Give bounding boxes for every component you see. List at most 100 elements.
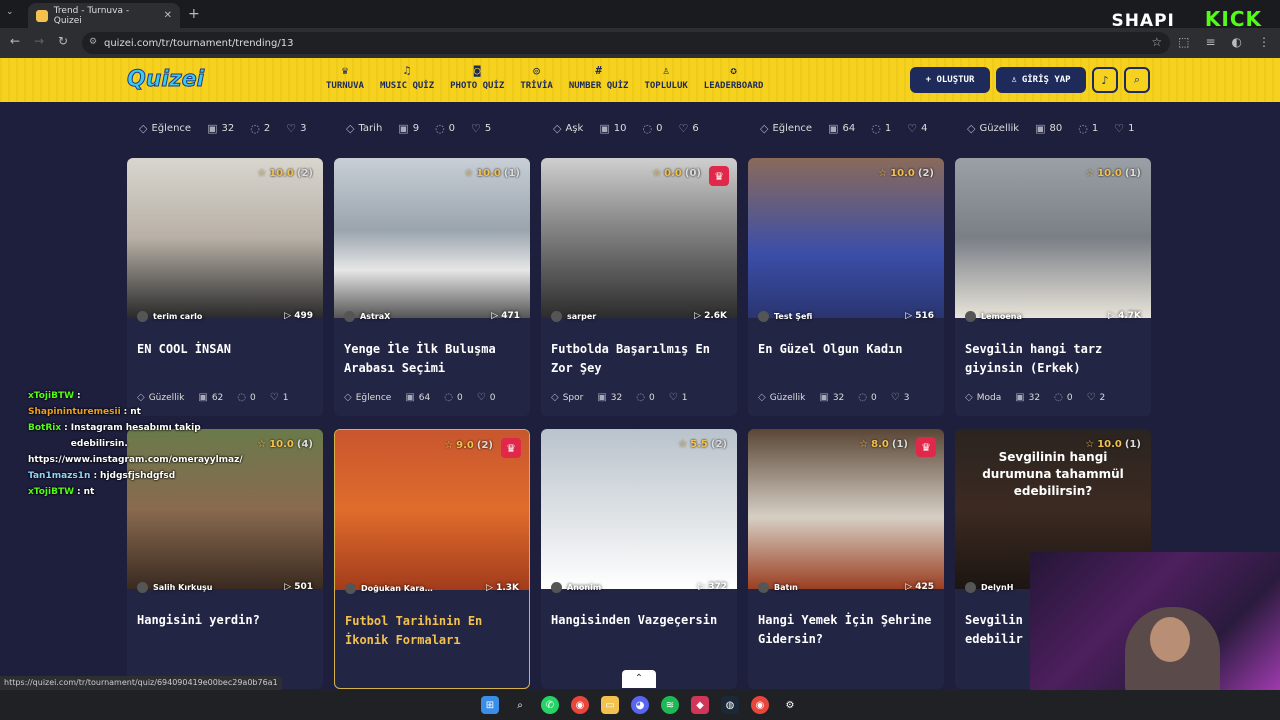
author-name: Salih Kırkuşu	[153, 583, 213, 592]
author-tag[interactable]: AstraX	[344, 311, 390, 322]
comment-icon: ◌	[444, 392, 453, 403]
rating-value: 10.0	[1097, 439, 1122, 450]
quiz-thumbnail[interactable]	[541, 158, 737, 318]
nav-trivia[interactable]: ◎ TRİVİA	[512, 64, 561, 91]
forward-icon[interactable]: →	[34, 34, 44, 48]
quiz-title[interactable]: Yenge İle İlk Buluşma Arabası Seçimi	[344, 340, 524, 378]
windows-start-icon[interactable]: ⊞	[481, 696, 499, 714]
scroll-top-button[interactable]: ⌃	[622, 670, 656, 688]
author-tag[interactable]: sarper	[551, 311, 596, 322]
quiz-card[interactable]: ☆ 9.0 (2) ♛ Doğukan Kara… ▷ 1.3K Futbol Tarihi…	[334, 429, 530, 689]
rating-value: 10.0	[269, 439, 294, 450]
rating-count: (2)	[296, 168, 313, 179]
main-nav: ♛ TURNUVA ♫ MUSIC QUİZ ◙ PHOTO QUİZ ◎ TRİVİA…	[318, 64, 771, 91]
quiz-title[interactable]: Hangi Yemek İçin Şehrine Gidersin?	[758, 611, 938, 649]
extensions-icon[interactable]: ⬚	[1178, 35, 1189, 49]
author-tag[interactable]: Salih Kırkuşu	[137, 582, 212, 593]
nav-turnuva[interactable]: ♛ TURNUVA	[318, 64, 372, 91]
author-tag[interactable]: terim carlo	[137, 311, 202, 322]
quiz-thumbnail[interactable]	[748, 429, 944, 589]
profile-icon[interactable]: ◐	[1232, 35, 1242, 49]
quiz-card[interactable]: ☆ 10.0 (1) AstraX ▷ 471 Yenge İle İlk Buluşma…	[334, 158, 530, 416]
quiz-card[interactable]: ☆ 5.5 (2) Anonim ▷ 372 Hangisinden Vazgeçersi…	[541, 429, 737, 689]
quiz-card[interactable]: ☆ 10.0 (1) Lemoena ▷ 4.7K Sevgilin hangi tarz…	[955, 158, 1151, 416]
heart-icon: ♡	[890, 392, 900, 403]
discord-icon[interactable]: ◕	[631, 696, 649, 714]
chat-sep: :	[123, 407, 128, 417]
nav-topluluk[interactable]: ♙ TOPLULUK	[636, 64, 695, 91]
quizei-logo[interactable]: Quizei	[126, 67, 204, 93]
avatar	[551, 311, 562, 322]
quiz-title[interactable]: Hangisinden Vazgeçersin	[551, 611, 731, 630]
rating-count: (1)	[1124, 168, 1141, 179]
settings-taskbar-icon[interactable]: ⚙	[781, 696, 799, 714]
reload-icon[interactable]: ↻	[58, 34, 68, 48]
quiz-title[interactable]: Futbol Tarihinin En İkonik Formaları	[345, 612, 525, 650]
bookmark-star-icon[interactable]: ☆	[1151, 35, 1162, 49]
quiz-title[interactable]: Futbolda Başarılmış En Zor Şey	[551, 340, 731, 378]
quiz-thumbnail[interactable]	[334, 158, 530, 318]
quiz-title[interactable]: EN COOL İNSAN	[137, 340, 317, 359]
comment-icon: ◌	[858, 392, 867, 403]
comments-count: 0	[448, 123, 456, 134]
nav-leaderboard[interactable]: ✪ LEADERBOARD	[696, 64, 772, 91]
play-icon: ▷	[284, 311, 295, 321]
whatsapp-icon[interactable]: ✆	[541, 696, 559, 714]
quiz-title[interactable]: Hangisini yerdin?	[137, 611, 317, 630]
browser-tab[interactable]: Trend - Turnuva - Quizei ✕	[28, 3, 180, 28]
quiz-thumbnail[interactable]	[127, 158, 323, 318]
items-count: 80	[1049, 123, 1063, 134]
rating-count: (4)	[296, 439, 313, 450]
rating-badge: ☆ 10.0 (1)	[464, 168, 520, 179]
author-tag[interactable]: Batın	[758, 582, 798, 593]
tag-icon: ◇	[760, 122, 769, 135]
items-count: 32	[1028, 392, 1041, 403]
nav-number-quiz[interactable]: # NUMBER QUİZ	[561, 64, 637, 91]
url-field[interactable]: ⚙ quizei.com/tr/tournament/trending/13	[82, 32, 1170, 54]
search-taskbar-icon[interactable]: ⌕	[511, 696, 529, 714]
site-info-icon[interactable]: ⚙	[89, 37, 97, 47]
comment-icon: ◌	[435, 122, 445, 135]
rating-badge: ☆ 10.0 (2)	[878, 168, 934, 179]
play-count-value: 425	[915, 582, 934, 592]
author-tag[interactable]: Anonim	[551, 582, 601, 593]
quiz-card[interactable]: ☆ 8.0 (1) ♛ Batın ▷ 425 Hangi Yemek İçin Şehri…	[748, 429, 944, 689]
folder-icon[interactable]: ▭	[601, 696, 619, 714]
back-icon[interactable]: ←	[10, 34, 20, 48]
quiz-thumbnail[interactable]	[955, 158, 1151, 318]
nav-label: TOPLULUK	[644, 81, 688, 91]
app-icon[interactable]: ◆	[691, 696, 709, 714]
chrome-profile-icon[interactable]: ◉	[751, 696, 769, 714]
quiz-thumbnail[interactable]	[748, 158, 944, 318]
author-tag[interactable]: Lemoena	[965, 311, 1022, 322]
tab-list-icon[interactable]: ⌄	[6, 7, 14, 17]
new-tab-icon[interactable]: +	[188, 6, 200, 22]
close-tab-icon[interactable]: ✕	[164, 10, 172, 21]
nav-music-quiz[interactable]: ♫ MUSIC QUİZ	[372, 64, 442, 91]
quiz-title[interactable]: Sevgilin hangi tarz giyinsin (Erkek)	[965, 340, 1145, 378]
notification-bell-button[interactable]: ♪	[1092, 67, 1118, 93]
search-button[interactable]: ⌕	[1124, 67, 1150, 93]
quiz-thumbnail[interactable]	[541, 429, 737, 589]
play-count: ▷ 501	[284, 582, 313, 592]
spotify-icon[interactable]: ≋	[661, 696, 679, 714]
menu-icon[interactable]: ⋮	[1258, 35, 1270, 49]
top-card-stats: ◇ Güzellik ▣ 80 ◌ 1 ♡ 1	[967, 122, 1134, 135]
steam-icon[interactable]: ◍	[721, 696, 739, 714]
create-button[interactable]: + OLUŞTUR	[910, 67, 990, 93]
media-icon[interactable]: ≡	[1205, 35, 1215, 49]
quiz-card[interactable]: ☆ 10.0 (2) Test Şefi ▷ 516 En Güzel Olgun Kad…	[748, 158, 944, 416]
nav-photo-quiz[interactable]: ◙ PHOTO QUİZ	[442, 64, 512, 91]
chrome-icon[interactable]: ◉	[571, 696, 589, 714]
author-tag[interactable]: Test Şefi	[758, 311, 812, 322]
chat-user: Shapininturemesii	[28, 407, 121, 417]
quiz-card[interactable]: ☆ 0.0 (0) ♛ sarper ▷ 2.6K Futbolda Başarılmış …	[541, 158, 737, 416]
author-tag[interactable]: Doğukan Kara…	[345, 583, 433, 594]
play-icon: ▷	[694, 311, 705, 321]
login-button[interactable]: ♙ GİRİŞ YAP	[996, 67, 1086, 93]
author-tag[interactable]: DelynH	[965, 582, 1013, 593]
star-icon: ☆	[652, 168, 662, 179]
quiz-title[interactable]: En Güzel Olgun Kadın	[758, 340, 938, 359]
play-count: ▷ 2.6K	[694, 311, 727, 321]
quiz-card[interactable]: ☆ 10.0 (2) terim carlo ▷ 499 EN COOL İNSAN ◇ Gü…	[127, 158, 323, 416]
